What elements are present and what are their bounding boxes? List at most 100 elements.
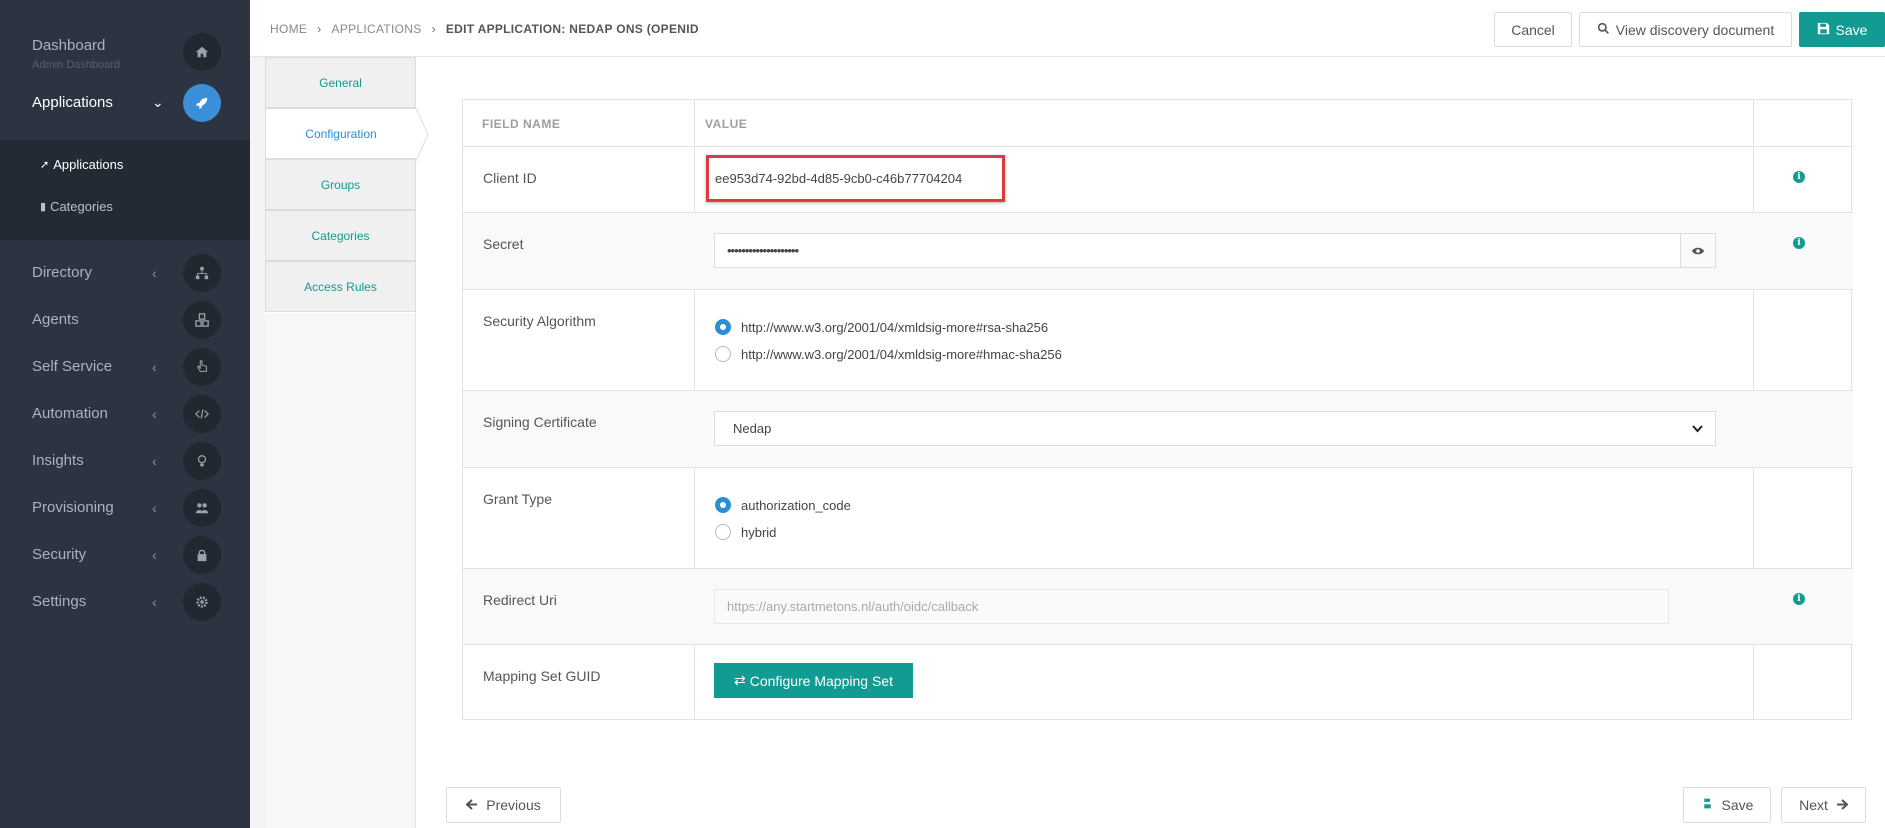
sidebar-item-automation[interactable]: Automation ‹: [0, 390, 250, 437]
radio-label: http://www.w3.org/2001/04/xmldsig-more#r…: [741, 319, 1049, 335]
sidebar-item-label: Directory: [32, 264, 93, 281]
configure-mapping-set-button[interactable]: ⇄ Configure Mapping Set: [714, 663, 913, 698]
radio-button[interactable]: [715, 497, 731, 513]
save-button-top[interactable]: Save: [1799, 12, 1885, 47]
content-panel: General Configuration Groups Categories …: [265, 57, 1885, 828]
sidebar-item-provisioning[interactable]: Provisioning ‹: [0, 484, 250, 531]
redirect-uri-placeholder: https://any.startmetons.nl/auth/oidc/cal…: [727, 599, 979, 614]
secret-value: ••••••••••••••••••••: [727, 243, 799, 258]
redirect-uri-input[interactable]: https://any.startmetons.nl/auth/oidc/cal…: [714, 589, 1669, 624]
lock-icon: [183, 535, 221, 574]
field-label: Security Algorithm: [483, 313, 596, 329]
sidebar-item-label: Settings: [32, 593, 87, 610]
signing-certificate-select[interactable]: Nedap: [714, 411, 1716, 446]
sidebar-item-label: Agents: [32, 311, 79, 328]
info-icon[interactable]: i: [1793, 171, 1805, 183]
tab-filler: [265, 313, 416, 828]
previous-label: Previous: [486, 797, 541, 813]
submenu-item-categories[interactable]: ▮ Categories: [40, 199, 113, 214]
field-label: Redirect Uri: [483, 592, 557, 608]
radio-option-authorization-code[interactable]: authorization_code: [715, 497, 851, 513]
save-label: Save: [1721, 797, 1754, 813]
sidebar-item-label: Dashboard: [32, 37, 106, 54]
breadcrumb-current: EDIT APPLICATION: NEDAP ONS (OPENID: [445, 22, 699, 36]
home-icon: [183, 33, 221, 71]
search-icon: [1597, 22, 1610, 38]
gear-icon: [183, 582, 221, 621]
exchange-icon: ⇄: [734, 672, 746, 688]
submenu-item-applications[interactable]: ➚ Applications: [40, 157, 123, 172]
tab-access-rules[interactable]: Access Rules: [265, 261, 416, 312]
chevron-left-icon: ‹: [152, 546, 157, 563]
tab-label: Categories: [311, 228, 370, 243]
rocket-icon: [183, 83, 221, 122]
chevron-left-icon: ‹: [152, 264, 157, 281]
sidebar-item-settings[interactable]: Settings ‹: [0, 578, 250, 625]
tab-general[interactable]: General: [265, 57, 416, 108]
field-label: Client ID: [483, 170, 537, 186]
field-label: Secret: [483, 236, 524, 252]
chevron-down-icon: [1692, 421, 1703, 436]
sidebar-item-directory[interactable]: Directory ‹: [0, 249, 250, 296]
sidebar-item-label: Security: [32, 546, 87, 563]
next-button[interactable]: Next: [1781, 787, 1866, 823]
sidebar-item-security[interactable]: Security ‹: [0, 531, 250, 578]
radio-label: hybrid: [741, 524, 777, 540]
floppy-disk-icon: [1701, 797, 1714, 813]
sidebar-item-label: Applications: [32, 94, 113, 111]
sidebar-item-label: Automation: [32, 405, 108, 422]
header-field-name: FIELD NAME: [482, 117, 561, 131]
field-label: Mapping Set GUID: [483, 668, 601, 684]
chevron-left-icon: ‹: [152, 358, 157, 375]
save-button-bottom[interactable]: Save: [1683, 787, 1771, 823]
view-discovery-document-button[interactable]: View discovery document: [1579, 12, 1792, 47]
radio-button[interactable]: [715, 346, 731, 362]
tab-categories[interactable]: Categories: [265, 210, 416, 261]
info-icon[interactable]: i: [1793, 237, 1805, 249]
select-value: Nedap: [733, 421, 772, 436]
field-label: Signing Certificate: [483, 414, 597, 430]
sidebar-item-label: Insights: [32, 452, 84, 469]
radio-option-hmac-sha256[interactable]: http://www.w3.org/2001/04/xmldsig-more#h…: [715, 346, 1062, 362]
hand-pointer-icon: [183, 347, 221, 386]
floppy-disk-icon: [1817, 22, 1830, 38]
previous-button[interactable]: Previous: [446, 787, 561, 823]
field-label: Grant Type: [483, 491, 553, 507]
sidebar-item-agents[interactable]: Agents: [0, 296, 250, 343]
configure-mapping-set-label: Configure Mapping Set: [749, 672, 893, 689]
chevron-down-icon: ⌄: [152, 94, 164, 110]
radio-button[interactable]: [715, 524, 731, 540]
tab-groups[interactable]: Groups: [265, 159, 416, 210]
bookmark-icon: ▮: [40, 201, 47, 213]
secret-input[interactable]: ••••••••••••••••••••: [714, 233, 1716, 268]
sidebar-item-self-service[interactable]: Self Service ‹: [0, 343, 250, 390]
users-icon: [183, 488, 221, 527]
eye-icon[interactable]: [1680, 234, 1715, 267]
tab-configuration[interactable]: Configuration: [265, 108, 429, 161]
header-value: VALUE: [705, 117, 748, 131]
sidebar-item-applications[interactable]: Applications ⌄: [0, 79, 250, 126]
chevron-left-icon: ‹: [152, 593, 157, 610]
sidebar-item-dashboard[interactable]: Dashboard Admin Dashboard: [0, 29, 250, 76]
sidebar-item-insights[interactable]: Insights ‹: [0, 437, 250, 484]
row-redirect-uri: Redirect Uri https://any.startmetons.nl/…: [463, 569, 1853, 645]
tab-label: General: [319, 75, 362, 90]
radio-option-hybrid[interactable]: hybrid: [715, 524, 776, 540]
sidebar-item-label: Provisioning: [32, 499, 114, 516]
radio-label: http://www.w3.org/2001/04/xmldsig-more#h…: [741, 346, 1062, 362]
row-grant-type: Grant Type authorization_code hybrid: [463, 468, 1853, 569]
radio-button[interactable]: [715, 319, 731, 335]
breadcrumb-applications[interactable]: APPLICATIONS: [332, 22, 422, 36]
arrow-left-icon: [465, 797, 478, 813]
radio-label: authorization_code: [741, 497, 851, 513]
info-icon[interactable]: i: [1793, 593, 1805, 605]
radio-option-rsa-sha256[interactable]: http://www.w3.org/2001/04/xmldsig-more#r…: [715, 319, 1048, 335]
cancel-button[interactable]: Cancel: [1494, 12, 1572, 47]
chevron-right-icon: ›: [431, 22, 436, 36]
cubes-icon: [183, 300, 221, 339]
sidebar-item-sublabel: Admin Dashboard: [32, 59, 121, 71]
cancel-label: Cancel: [1511, 21, 1555, 38]
tab-arrow: [416, 108, 429, 161]
sidebar-item-label: Self Service: [32, 358, 113, 375]
breadcrumb-home[interactable]: HOME: [270, 22, 307, 36]
